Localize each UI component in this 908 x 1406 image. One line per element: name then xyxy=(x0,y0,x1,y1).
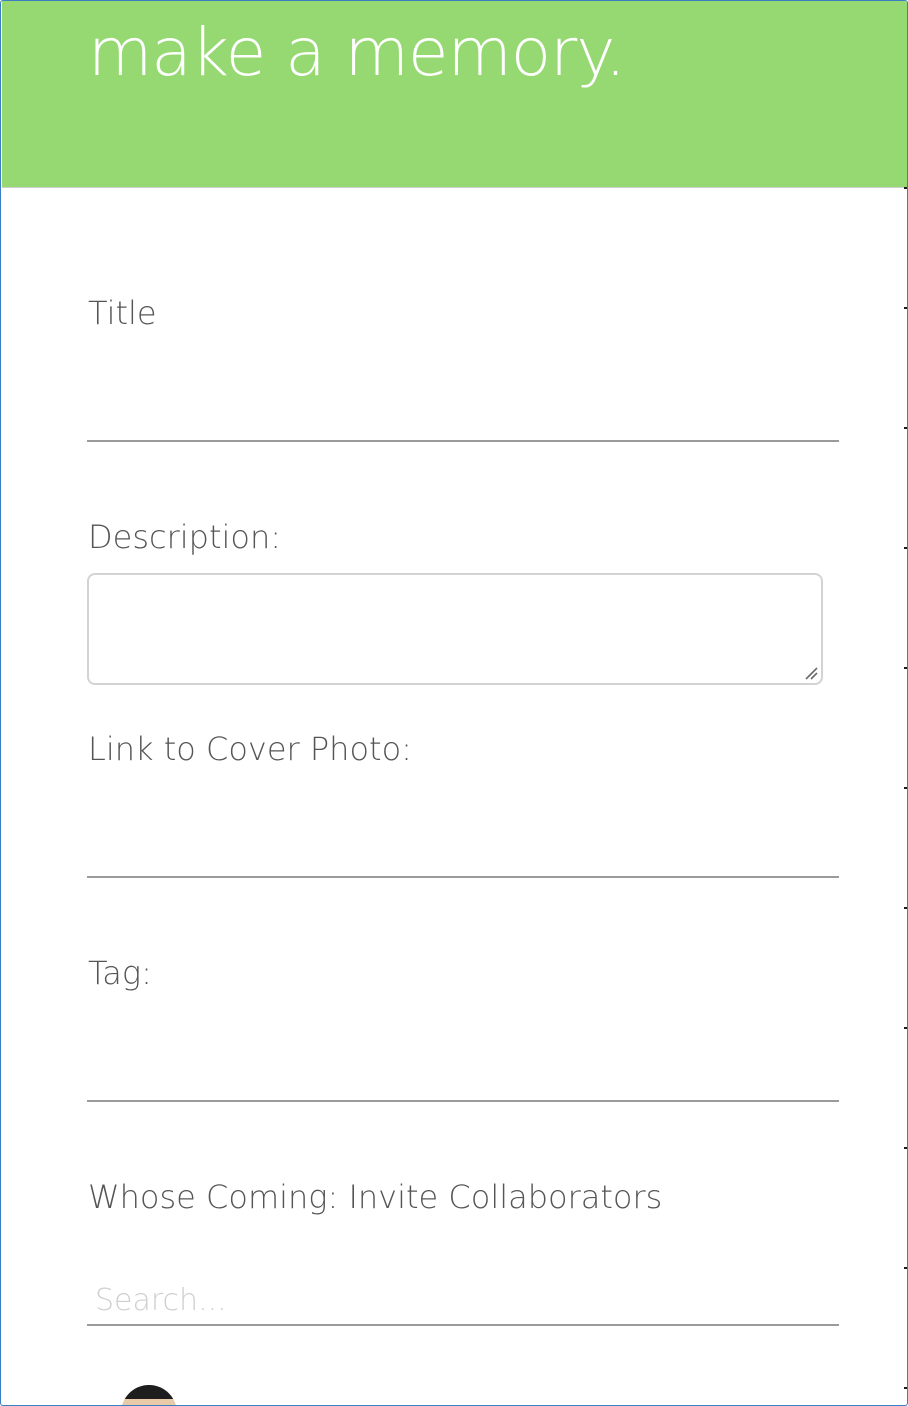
tag-label: Tag: xyxy=(88,954,152,992)
title-label: Title xyxy=(88,294,157,332)
tag-input[interactable] xyxy=(87,1052,839,1102)
collaborators-label: Whose Coming: Invite Collaborators xyxy=(88,1178,663,1216)
right-border-edge xyxy=(904,187,907,1405)
cover-photo-input[interactable] xyxy=(87,828,839,878)
description-textarea[interactable] xyxy=(87,573,823,685)
avatar-hair xyxy=(121,1385,177,1399)
collaborator-search-input[interactable] xyxy=(87,1276,839,1326)
collaborator-avatar[interactable] xyxy=(121,1385,177,1405)
modal-header: make a memory. xyxy=(2,1,907,188)
title-input[interactable] xyxy=(87,392,839,442)
page-title: make a memory. xyxy=(88,14,626,91)
modal-frame: make a memory. Title Description: Link t… xyxy=(0,0,908,1406)
resize-grip-icon[interactable] xyxy=(804,666,818,680)
description-label: Description: xyxy=(88,518,282,556)
cover-photo-label: Link to Cover Photo: xyxy=(88,730,412,768)
